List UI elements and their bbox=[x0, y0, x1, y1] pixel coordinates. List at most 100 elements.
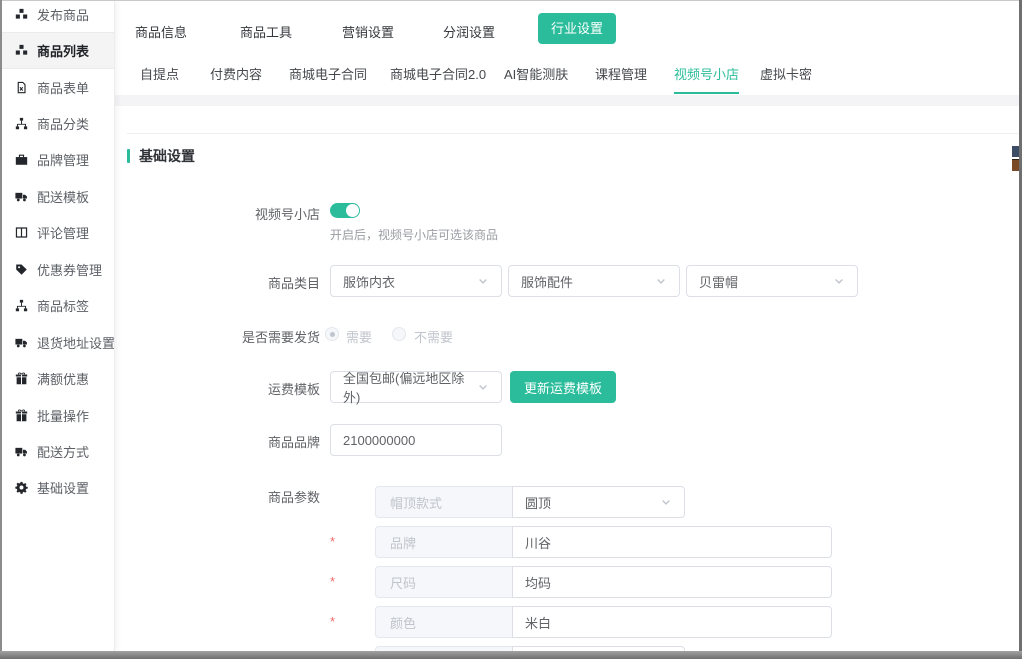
app-window: 发布商品 商品列表 商品表单 商品分类 品牌管理 配送模板 评论管理 优惠券管理… bbox=[0, 0, 1022, 659]
sidebar-item-coupon-management[interactable]: 优惠券管理 bbox=[2, 251, 114, 287]
param-value-brand-input[interactable] bbox=[512, 526, 832, 558]
freight-template-label: 运费模板 bbox=[115, 379, 320, 398]
subtab-ai-skin-test[interactable]: AI智能测肤 bbox=[504, 56, 568, 92]
tab-product-info[interactable]: 商品信息 bbox=[135, 22, 187, 41]
cubes-icon bbox=[15, 44, 28, 57]
sidebar-item-brand-management[interactable]: 品牌管理 bbox=[2, 142, 114, 178]
select-value: 圆顶 bbox=[525, 493, 551, 512]
required-asterisk: * bbox=[330, 574, 335, 589]
subtab-e-contract-2[interactable]: 商城电子合同2.0 bbox=[390, 56, 486, 92]
subtab-virtual-card[interactable]: 虚拟卡密 bbox=[760, 56, 812, 92]
select-value: 全国包邮(偏远地区除外) bbox=[343, 368, 477, 406]
window-frame-left bbox=[0, 0, 2, 659]
video-shop-label: 视频号小店 bbox=[115, 204, 320, 223]
sidebar-item-label: 商品列表 bbox=[37, 41, 89, 60]
truck-icon bbox=[15, 190, 28, 203]
video-shop-toggle[interactable] bbox=[330, 203, 360, 218]
header-separator bbox=[127, 133, 1019, 134]
chevron-down-icon bbox=[660, 496, 672, 508]
sidebar-item-review-management[interactable]: 评论管理 bbox=[2, 215, 114, 251]
toggle-knob bbox=[346, 204, 359, 217]
chevron-down-icon bbox=[477, 381, 489, 393]
subtab-pickup-point[interactable]: 自提点 bbox=[140, 56, 179, 92]
radio-need-shipping-label: 需要 bbox=[346, 327, 372, 346]
sidebar-item-delivery-method[interactable]: 配送方式 bbox=[2, 433, 114, 469]
radio-no-shipping[interactable] bbox=[392, 327, 406, 341]
sidebar-item-label: 商品标签 bbox=[37, 296, 89, 315]
sidebar-item-delivery-template[interactable]: 配送模板 bbox=[2, 178, 114, 214]
params-label: 商品参数 bbox=[115, 487, 320, 506]
truck-icon bbox=[15, 445, 28, 458]
horizontal-scrollbar[interactable] bbox=[0, 651, 1022, 659]
sidebar-item-label: 商品表单 bbox=[37, 78, 89, 97]
select-value: 贝雷帽 bbox=[699, 272, 738, 291]
tag-icon bbox=[15, 263, 28, 276]
file-icon bbox=[15, 81, 28, 94]
freight-template-select[interactable]: 全国包邮(偏远地区除外) bbox=[330, 371, 502, 403]
subtab-course-management[interactable]: 课程管理 bbox=[595, 56, 647, 92]
sidebar-item-product-category[interactable]: 商品分类 bbox=[2, 105, 114, 141]
param-value-color-input[interactable] bbox=[512, 606, 832, 638]
sitemap-icon bbox=[15, 117, 28, 130]
floating-widget-item bbox=[1012, 159, 1019, 171]
sidebar-item-label: 配送模板 bbox=[37, 187, 89, 206]
param-value-hat-top-style-select[interactable]: 圆顶 bbox=[512, 486, 685, 518]
tab-profit-settings[interactable]: 分润设置 bbox=[443, 22, 495, 41]
param-name-brand[interactable]: 品牌 bbox=[375, 526, 513, 558]
window-frame-top bbox=[0, 0, 1022, 1]
param-name-hat-top-style[interactable]: 帽顶款式 bbox=[375, 486, 513, 518]
category-select-2[interactable]: 服饰配件 bbox=[508, 265, 680, 297]
sidebar-item-label: 优惠券管理 bbox=[37, 260, 102, 279]
required-asterisk: * bbox=[330, 614, 335, 629]
sidebar-item-product-list[interactable]: 商品列表 bbox=[2, 32, 114, 68]
floating-widget-cropped[interactable] bbox=[1012, 146, 1019, 171]
shipping-required-label: 是否需要发货 bbox=[115, 327, 320, 346]
category-select-1[interactable]: 服饰内衣 bbox=[330, 265, 502, 297]
subtab-video-channel-shop[interactable]: 视频号小店 bbox=[674, 56, 739, 94]
tabs-panel: 商品信息 商品工具 营销设置 分润设置 行业设置 自提点 付费内容 商城电子合同… bbox=[115, 1, 1019, 95]
section-title: 基础设置 bbox=[127, 146, 195, 166]
tab-product-tools[interactable]: 商品工具 bbox=[240, 22, 292, 41]
sidebar-item-label: 基础设置 bbox=[37, 478, 89, 497]
radio-need-shipping[interactable] bbox=[325, 327, 339, 341]
sidebar-item-label: 退货地址设置 bbox=[37, 333, 115, 352]
category-label: 商品类目 bbox=[115, 273, 320, 292]
category-select-3[interactable]: 贝雷帽 bbox=[686, 265, 858, 297]
sitemap-icon bbox=[15, 299, 28, 312]
param-value-size-input[interactable] bbox=[512, 566, 832, 598]
sidebar-item-return-address[interactable]: 退货地址设置 bbox=[2, 324, 114, 360]
section-title-text: 基础设置 bbox=[139, 146, 195, 166]
main-content: 基础设置 视频号小店 开启后，视频号小店可选该商品 商品类目 服饰内衣 服饰配件… bbox=[115, 106, 1019, 651]
update-freight-template-button[interactable]: 更新运费模板 bbox=[510, 371, 616, 403]
brand-label: 商品品牌 bbox=[115, 432, 320, 451]
gear-icon bbox=[15, 481, 28, 494]
chevron-down-icon bbox=[655, 275, 667, 287]
sidebar-item-label: 评论管理 bbox=[37, 223, 89, 242]
columns-icon bbox=[15, 226, 28, 239]
sidebar-item-publish-product[interactable]: 发布商品 bbox=[2, 1, 114, 32]
brand-input[interactable] bbox=[330, 424, 502, 456]
sidebar-item-label: 批量操作 bbox=[37, 406, 89, 425]
sidebar-item-product-form[interactable]: 商品表单 bbox=[2, 69, 114, 105]
sidebar-item-basic-settings[interactable]: 基础设置 bbox=[2, 470, 114, 506]
subtab-paid-content[interactable]: 付费内容 bbox=[210, 56, 262, 92]
briefcase-icon bbox=[15, 153, 28, 166]
truck-icon bbox=[15, 336, 28, 349]
video-shop-hint: 开启后，视频号小店可选该商品 bbox=[330, 226, 498, 243]
sidebar-item-label: 配送方式 bbox=[37, 442, 89, 461]
chevron-down-icon bbox=[833, 275, 845, 287]
sidebar-item-batch-operation[interactable]: 批量操作 bbox=[2, 397, 114, 433]
sidebar-item-label: 发布商品 bbox=[37, 5, 89, 24]
select-value: 服饰内衣 bbox=[343, 272, 395, 291]
subtab-e-contract[interactable]: 商城电子合同 bbox=[289, 56, 367, 92]
param-name-color[interactable]: 颜色 bbox=[375, 606, 513, 638]
section-accent-bar bbox=[127, 149, 130, 163]
gift-icon bbox=[15, 409, 28, 422]
chevron-down-icon bbox=[477, 275, 489, 287]
sidebar-item-full-discount[interactable]: 满额优惠 bbox=[2, 360, 114, 396]
tab-industry-settings[interactable]: 行业设置 bbox=[538, 13, 616, 44]
param-name-size[interactable]: 尺码 bbox=[375, 566, 513, 598]
sidebar-item-product-tags[interactable]: 商品标签 bbox=[2, 288, 114, 324]
tab-marketing-settings[interactable]: 营销设置 bbox=[342, 22, 394, 41]
floating-widget-item bbox=[1012, 146, 1019, 157]
